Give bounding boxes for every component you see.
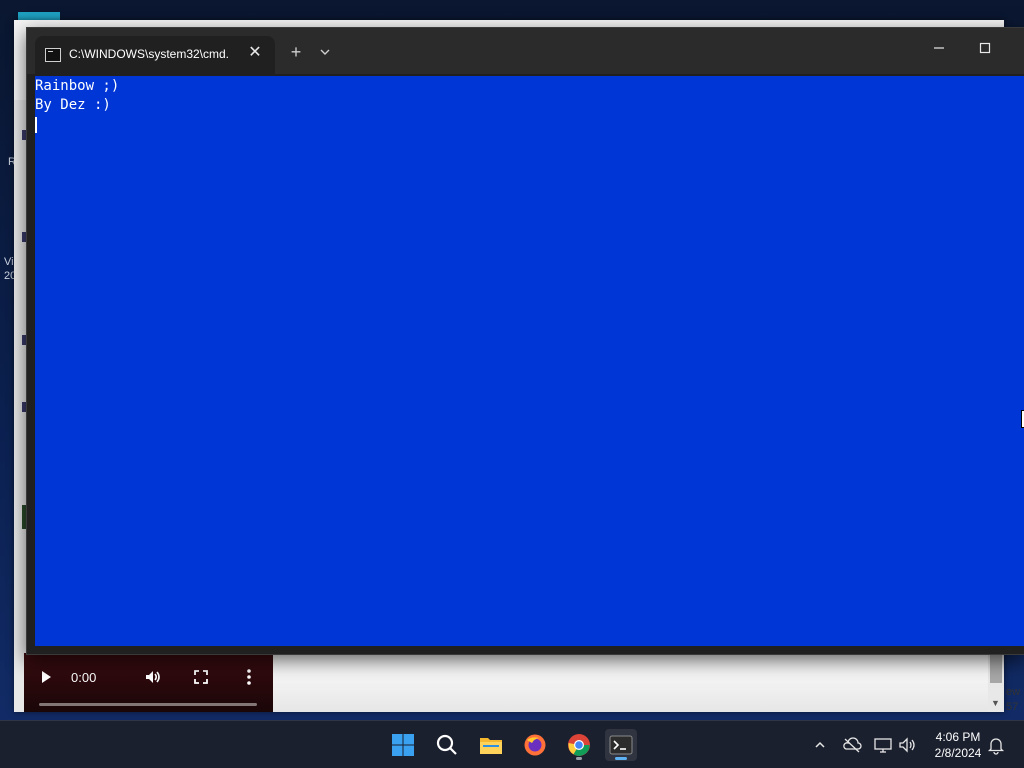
clock-time: 4:06 PM bbox=[935, 730, 981, 744]
terminal-window[interactable]: C:\WINDOWS\system32\cmd. ✕ + Rainbow ;) … bbox=[26, 27, 1024, 655]
background-scrollbar[interactable]: ▼ bbox=[988, 653, 1004, 712]
close-tab-icon[interactable]: ✕ bbox=[245, 43, 265, 63]
scrollbar-thumb[interactable] bbox=[990, 655, 1002, 683]
new-tab-button[interactable]: + bbox=[285, 41, 307, 63]
volume-icon[interactable] bbox=[897, 734, 919, 756]
minimize-button[interactable] bbox=[925, 38, 953, 60]
console-line: By Dez :) bbox=[35, 97, 111, 113]
terminal-tab[interactable]: C:\WINDOWS\system32\cmd. ✕ bbox=[35, 36, 275, 74]
terminal-titlebar[interactable]: C:\WINDOWS\system32\cmd. ✕ + bbox=[27, 28, 1024, 74]
network-icon[interactable] bbox=[872, 734, 894, 756]
background-page-content bbox=[273, 653, 988, 712]
search-icon[interactable] bbox=[431, 729, 463, 761]
play-icon[interactable] bbox=[38, 669, 54, 685]
terminal-icon[interactable] bbox=[605, 729, 637, 761]
video-progress-bar[interactable] bbox=[39, 703, 257, 706]
tab-title: C:\WINDOWS\system32\cmd. bbox=[69, 47, 230, 61]
maximize-button[interactable] bbox=[971, 38, 999, 60]
chevron-down-icon[interactable] bbox=[314, 41, 336, 63]
desktop-fragment-text: Vi bbox=[4, 256, 14, 268]
scroll-down-arrow-icon[interactable]: ▼ bbox=[991, 698, 1000, 708]
video-time: 0:00 bbox=[71, 670, 97, 685]
more-options-icon[interactable] bbox=[242, 668, 256, 686]
console-output-area[interactable]: Rainbow ;) By Dez :) bbox=[35, 76, 1024, 646]
notification-bell-icon[interactable] bbox=[985, 734, 1007, 756]
clock-date: 2/8/2024 bbox=[934, 746, 982, 760]
desktop-fragment-text: ew bbox=[1006, 686, 1021, 698]
active-indicator bbox=[615, 757, 627, 760]
volume-icon[interactable] bbox=[144, 668, 162, 686]
taskbar-clock[interactable]: 4:06 PM 2/8/2024 bbox=[922, 729, 994, 761]
taskbar[interactable]: 4:06 PM 2/8/2024 bbox=[0, 720, 1024, 768]
onedrive-offline-icon[interactable] bbox=[841, 734, 863, 756]
running-indicator bbox=[576, 757, 582, 760]
console-line: Rainbow ;) bbox=[35, 78, 120, 94]
text-cursor bbox=[35, 117, 37, 133]
file-explorer-icon[interactable] bbox=[475, 729, 507, 761]
firefox-icon[interactable] bbox=[519, 729, 551, 761]
windows-start-icon[interactable] bbox=[387, 729, 419, 761]
video-player-controls[interactable]: 0:00 bbox=[24, 653, 273, 712]
cmd-icon bbox=[45, 48, 61, 62]
chevron-up-icon[interactable] bbox=[809, 734, 831, 756]
fullscreen-icon[interactable] bbox=[192, 668, 210, 686]
chrome-icon[interactable] bbox=[563, 729, 595, 761]
desktop-fragment-text: 57 bbox=[1006, 701, 1019, 713]
